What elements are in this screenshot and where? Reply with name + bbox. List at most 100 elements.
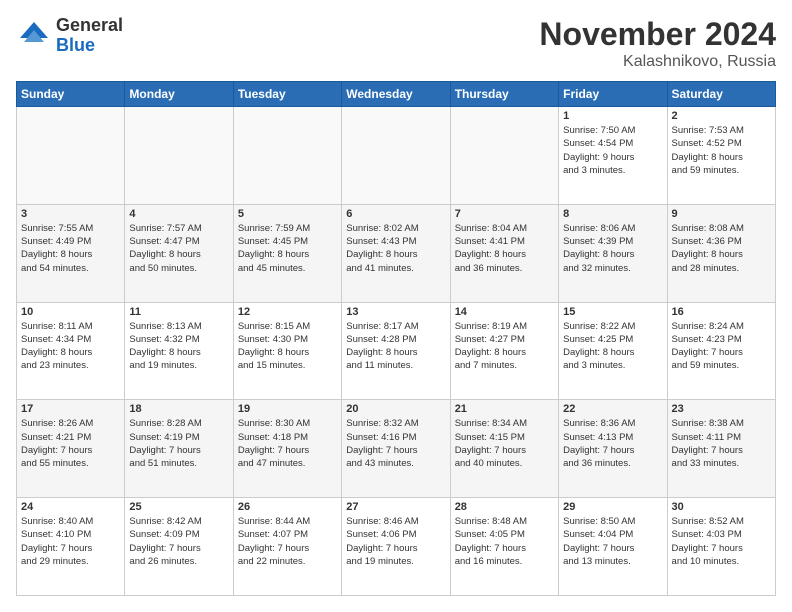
- day-info: Sunrise: 8:38 AMSunset: 4:11 PMDaylight:…: [672, 417, 771, 470]
- calendar-week-2: 3Sunrise: 7:55 AMSunset: 4:49 PMDaylight…: [17, 204, 776, 302]
- table-row: [125, 107, 233, 205]
- day-info-line: and 59 minutes.: [672, 359, 771, 372]
- day-info-line: and 3 minutes.: [563, 359, 662, 372]
- day-info-line: Sunrise: 8:40 AM: [21, 515, 120, 528]
- table-row: 18Sunrise: 8:28 AMSunset: 4:19 PMDayligh…: [125, 400, 233, 498]
- table-row: [233, 107, 341, 205]
- table-row: 7Sunrise: 8:04 AMSunset: 4:41 PMDaylight…: [450, 204, 558, 302]
- table-row: 13Sunrise: 8:17 AMSunset: 4:28 PMDayligh…: [342, 302, 450, 400]
- day-info-line: Sunrise: 8:04 AM: [455, 222, 554, 235]
- day-info-line: Daylight: 7 hours: [563, 444, 662, 457]
- day-number: 23: [672, 403, 771, 415]
- table-row: 3Sunrise: 7:55 AMSunset: 4:49 PMDaylight…: [17, 204, 125, 302]
- day-info-line: Sunrise: 8:44 AM: [238, 515, 337, 528]
- day-info-line: Sunrise: 8:28 AM: [129, 417, 228, 430]
- calendar-header-row: Sunday Monday Tuesday Wednesday Thursday…: [17, 82, 776, 107]
- day-info-line: and 22 minutes.: [238, 555, 337, 568]
- table-row: 30Sunrise: 8:52 AMSunset: 4:03 PMDayligh…: [667, 498, 775, 596]
- day-info-line: Daylight: 7 hours: [563, 542, 662, 555]
- day-info-line: and 50 minutes.: [129, 262, 228, 275]
- day-info: Sunrise: 8:30 AMSunset: 4:18 PMDaylight:…: [238, 417, 337, 470]
- day-number: 8: [563, 208, 662, 220]
- table-row: 20Sunrise: 8:32 AMSunset: 4:16 PMDayligh…: [342, 400, 450, 498]
- day-info-line: Daylight: 8 hours: [563, 346, 662, 359]
- table-row: 15Sunrise: 8:22 AMSunset: 4:25 PMDayligh…: [559, 302, 667, 400]
- day-info-line: Sunset: 4:07 PM: [238, 528, 337, 541]
- day-number: 21: [455, 403, 554, 415]
- day-info: Sunrise: 8:06 AMSunset: 4:39 PMDaylight:…: [563, 222, 662, 275]
- day-info: Sunrise: 8:19 AMSunset: 4:27 PMDaylight:…: [455, 320, 554, 373]
- day-info-line: Sunset: 4:30 PM: [238, 333, 337, 346]
- day-info-line: Daylight: 7 hours: [455, 444, 554, 457]
- day-info-line: and 45 minutes.: [238, 262, 337, 275]
- logo-general-text: General: [56, 16, 123, 36]
- day-info: Sunrise: 8:24 AMSunset: 4:23 PMDaylight:…: [672, 320, 771, 373]
- day-info: Sunrise: 8:28 AMSunset: 4:19 PMDaylight:…: [129, 417, 228, 470]
- day-info-line: Daylight: 8 hours: [238, 248, 337, 261]
- day-info-line: Sunset: 4:41 PM: [455, 235, 554, 248]
- day-info-line: Daylight: 7 hours: [21, 542, 120, 555]
- header: General Blue November 2024 Kalashnikovo,…: [16, 16, 776, 71]
- day-info-line: Sunrise: 8:11 AM: [21, 320, 120, 333]
- day-number: 22: [563, 403, 662, 415]
- day-info-line: Sunset: 4:49 PM: [21, 235, 120, 248]
- day-info-line: Daylight: 8 hours: [672, 248, 771, 261]
- day-info-line: and 11 minutes.: [346, 359, 445, 372]
- day-number: 25: [129, 501, 228, 513]
- day-info: Sunrise: 7:57 AMSunset: 4:47 PMDaylight:…: [129, 222, 228, 275]
- day-info-line: and 29 minutes.: [21, 555, 120, 568]
- table-row: 27Sunrise: 8:46 AMSunset: 4:06 PMDayligh…: [342, 498, 450, 596]
- day-info-line: and 3 minutes.: [563, 164, 662, 177]
- day-info-line: and 32 minutes.: [563, 262, 662, 275]
- day-info-line: Sunset: 4:10 PM: [21, 528, 120, 541]
- table-row: 17Sunrise: 8:26 AMSunset: 4:21 PMDayligh…: [17, 400, 125, 498]
- day-info: Sunrise: 8:34 AMSunset: 4:15 PMDaylight:…: [455, 417, 554, 470]
- day-info-line: and 40 minutes.: [455, 457, 554, 470]
- day-info-line: Sunrise: 8:38 AM: [672, 417, 771, 430]
- day-info: Sunrise: 7:53 AMSunset: 4:52 PMDaylight:…: [672, 124, 771, 177]
- day-info-line: Sunrise: 8:13 AM: [129, 320, 228, 333]
- day-info-line: Daylight: 7 hours: [238, 542, 337, 555]
- day-number: 6: [346, 208, 445, 220]
- day-info-line: Sunrise: 8:26 AM: [21, 417, 120, 430]
- day-number: 15: [563, 306, 662, 318]
- day-info-line: Daylight: 7 hours: [455, 542, 554, 555]
- table-row: 25Sunrise: 8:42 AMSunset: 4:09 PMDayligh…: [125, 498, 233, 596]
- day-info-line: Sunrise: 8:08 AM: [672, 222, 771, 235]
- day-info-line: and 26 minutes.: [129, 555, 228, 568]
- title-block: November 2024 Kalashnikovo, Russia: [539, 16, 776, 71]
- day-number: 5: [238, 208, 337, 220]
- day-info-line: Sunset: 4:45 PM: [238, 235, 337, 248]
- day-number: 11: [129, 306, 228, 318]
- day-info-line: Sunrise: 8:42 AM: [129, 515, 228, 528]
- day-info-line: and 19 minutes.: [346, 555, 445, 568]
- day-info-line: Sunset: 4:18 PM: [238, 431, 337, 444]
- table-row: 23 Sunrise: 8:38 AMSunset: 4:11 PMDayligh…: [667, 400, 775, 498]
- day-info: Sunrise: 8:26 AMSunset: 4:21 PMDaylight:…: [21, 417, 120, 470]
- day-info-line: Daylight: 7 hours: [672, 542, 771, 555]
- table-row: 29Sunrise: 8:50 AMSunset: 4:04 PMDayligh…: [559, 498, 667, 596]
- header-sunday: Sunday: [17, 82, 125, 107]
- table-row: 8 Sunrise: 8:06 AMSunset: 4:39 PMDaylight…: [559, 204, 667, 302]
- day-info-line: Sunrise: 8:06 AM: [563, 222, 662, 235]
- day-number: 20: [346, 403, 445, 415]
- day-info: Sunrise: 8:36 AMSunset: 4:13 PMDaylight:…: [563, 417, 662, 470]
- day-info-line: and 41 minutes.: [346, 262, 445, 275]
- day-info-line: Daylight: 8 hours: [238, 346, 337, 359]
- day-number: 7: [455, 208, 554, 220]
- day-number: 9: [672, 208, 771, 220]
- day-info-line: and 16 minutes.: [455, 555, 554, 568]
- day-info-line: Sunrise: 8:48 AM: [455, 515, 554, 528]
- day-info-line: and 36 minutes.: [455, 262, 554, 275]
- calendar-week-4: 17Sunrise: 8:26 AMSunset: 4:21 PMDayligh…: [17, 400, 776, 498]
- table-row: 1Sunrise: 7:50 AMSunset: 4:54 PMDaylight…: [559, 107, 667, 205]
- day-info: Sunrise: 8:48 AMSunset: 4:05 PMDaylight:…: [455, 515, 554, 568]
- table-row: 10Sunrise: 8:11 AMSunset: 4:34 PMDayligh…: [17, 302, 125, 400]
- day-number: 13: [346, 306, 445, 318]
- day-info-line: Sunrise: 7:59 AM: [238, 222, 337, 235]
- day-info-line: and 36 minutes.: [563, 457, 662, 470]
- calendar-week-3: 10Sunrise: 8:11 AMSunset: 4:34 PMDayligh…: [17, 302, 776, 400]
- table-row: 9Sunrise: 8:08 AMSunset: 4:36 PMDaylight…: [667, 204, 775, 302]
- day-info-line: Sunrise: 8:46 AM: [346, 515, 445, 528]
- header-friday: Friday: [559, 82, 667, 107]
